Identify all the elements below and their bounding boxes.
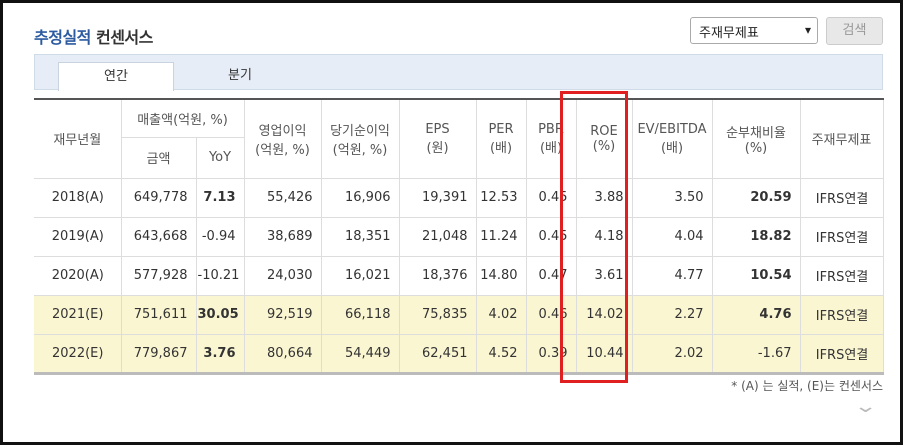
header-op-income: 영업이익 (억원, %): [244, 98, 322, 179]
footnote: * (A) 는 실적, (E)는 컨센서스: [731, 379, 883, 393]
table-row: 2022(E) 779,867 3.76 80,664 54,449 62,45…: [34, 333, 884, 375]
cell-period: 2019(A): [34, 216, 122, 257]
section-title: 추정실적 컨센서스: [34, 24, 153, 48]
cell-period: 2020(A): [34, 255, 122, 296]
tab-annual[interactable]: 연간: [58, 62, 174, 91]
select-value: 주재무제표: [699, 26, 759, 41]
cell-debt: 20.59: [712, 177, 801, 218]
cell-per: 12.53: [476, 177, 527, 218]
cell-eps: 62,451: [399, 333, 477, 375]
title-estimates: 추정실적: [34, 28, 91, 47]
header-sales-yoy: YoY: [196, 136, 245, 179]
cell-statement: IFRS연결: [800, 255, 884, 296]
table-row: 2019(A) 643,668 -0.94 38,689 18,351 21,0…: [34, 216, 884, 257]
header-period: 재무년월: [34, 98, 122, 179]
cell-net: 66,118: [321, 294, 400, 335]
cell-ev: 3.50: [632, 177, 713, 218]
chevron-down-icon: ▾: [804, 23, 811, 37]
cell-ev: 4.04: [632, 216, 713, 257]
cell-op: 24,030: [244, 255, 322, 296]
cell-eps: 21,048: [399, 216, 477, 257]
cell-sales: 577,928: [121, 255, 197, 296]
cell-statement: IFRS연결: [800, 177, 884, 218]
period-tabs: 연간 분기: [34, 54, 883, 91]
cell-yoy: 3.76: [196, 333, 245, 375]
cell-per: 4.02: [476, 294, 527, 335]
consensus-table: 재무년월 매출액(억원, %) 영업이익 (억원, %) 당기순이익 (억원, %)…: [34, 98, 884, 375]
header-per: PER (배): [476, 98, 527, 179]
header-sales: 매출액(억원, %): [121, 98, 245, 138]
header-eps: EPS (원): [399, 98, 477, 179]
cell-net: 16,906: [321, 177, 400, 218]
header-ev-ebitda: EV/EBITDA (배): [632, 98, 713, 179]
cell-op: 92,519: [244, 294, 322, 335]
cell-per: 14.80: [476, 255, 527, 296]
cell-net: 18,351: [321, 216, 400, 257]
cell-statement: IFRS연결: [800, 216, 884, 257]
cell-sales: 779,867: [121, 333, 197, 375]
cell-statement: IFRS연결: [800, 333, 884, 375]
cell-debt: -1.67: [712, 333, 801, 375]
cell-eps: 19,391: [399, 177, 477, 218]
cell-op: 80,664: [244, 333, 322, 375]
cell-yoy: -0.94: [196, 216, 245, 257]
cell-ev: 4.77: [632, 255, 713, 296]
cell-yoy: -10.21: [196, 255, 245, 296]
table-row: 2021(E) 751,611 30.05 92,519 66,118 75,8…: [34, 294, 884, 335]
search-button[interactable]: 검색: [826, 17, 883, 45]
table-row: 2020(A) 577,928 -10.21 24,030 16,021 18,…: [34, 255, 884, 296]
header-net-income: 당기순이익 (억원, %): [321, 98, 400, 179]
header-net-debt-ratio: 순부채비율 (%): [712, 98, 801, 179]
cell-sales: 649,778: [121, 177, 197, 218]
cell-net: 16,021: [321, 255, 400, 296]
header-statement: 주재무제표: [800, 98, 884, 179]
cell-per: 4.52: [476, 333, 527, 375]
cell-yoy: 7.13: [196, 177, 245, 218]
cell-debt: 18.82: [712, 216, 801, 257]
cell-op: 38,689: [244, 216, 322, 257]
cell-eps: 75,835: [399, 294, 477, 335]
cell-net: 54,449: [321, 333, 400, 375]
cell-statement: IFRS연결: [800, 294, 884, 335]
title-consensus: 컨센서스: [95, 28, 153, 47]
cell-period: 2018(A): [34, 177, 122, 218]
tab-quarterly[interactable]: 분기: [195, 62, 285, 91]
cell-op: 55,426: [244, 177, 322, 218]
table-row: 2018(A) 649,778 7.13 55,426 16,906 19,39…: [34, 177, 884, 218]
cell-yoy: 30.05: [196, 294, 245, 335]
cell-ev: 2.02: [632, 333, 713, 375]
cell-eps: 18,376: [399, 255, 477, 296]
roe-highlight-box: [560, 91, 628, 383]
header-sales-amount: 금액: [121, 136, 197, 179]
statement-type-select[interactable]: 주재무제표 ▾: [690, 17, 818, 44]
cell-debt: 4.76: [712, 294, 801, 335]
cell-sales: 751,611: [121, 294, 197, 335]
cell-debt: 10.54: [712, 255, 801, 296]
cell-ev: 2.27: [632, 294, 713, 335]
cell-per: 11.24: [476, 216, 527, 257]
chevron-down-icon[interactable]: ⌄: [853, 396, 877, 417]
cell-period: 2022(E): [34, 333, 122, 375]
cell-period: 2021(E): [34, 294, 122, 335]
cell-sales: 643,668: [121, 216, 197, 257]
